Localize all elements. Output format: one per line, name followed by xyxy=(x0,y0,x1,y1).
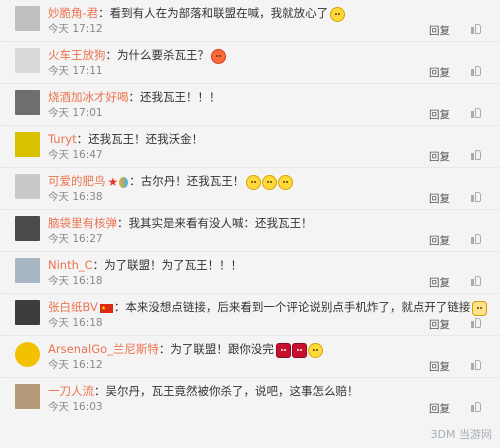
like-button[interactable] xyxy=(470,316,482,328)
sad-emoji-icon xyxy=(278,174,294,190)
avatar[interactable] xyxy=(15,90,40,115)
comment-time: 今天 16:27 xyxy=(48,233,103,245)
comment-time: 今天 17:01 xyxy=(48,107,103,119)
china-flag-badge-icon xyxy=(99,301,113,317)
balloon-badge-icon xyxy=(119,176,129,188)
comment-text: 我其实是来看有没人喊：还我瓦王！ xyxy=(128,216,313,230)
comment-text: 还我瓦王！！！ xyxy=(140,90,221,104)
comment-item: 火车王放狗：为什么要杀瓦王？ 今天 17:11 回复 xyxy=(0,42,500,84)
comment-text: 古尔丹！还我瓦王！ xyxy=(140,174,245,188)
comment-text: 本来没想点链接，后来看到一个评论说别点手机炸了，就点开了链接 xyxy=(125,300,471,314)
comment-text: 为了联盟！为了瓦王！！！ xyxy=(104,258,243,272)
like-button[interactable] xyxy=(470,190,482,202)
avatar[interactable] xyxy=(15,48,40,73)
reply-button[interactable]: 回复 xyxy=(429,277,450,289)
comment-time: 今天 16:12 xyxy=(48,359,103,371)
comment-item: 脑袋里有核弹：我其实是来看有没人喊：还我瓦王！ 今天 16:27 回复 xyxy=(0,210,500,252)
smirk-emoji-icon xyxy=(307,342,323,358)
comment-time: 今天 16:38 xyxy=(48,191,103,203)
like-button[interactable] xyxy=(470,22,482,34)
avatar[interactable] xyxy=(15,258,40,283)
like-button[interactable] xyxy=(470,274,482,286)
reply-button[interactable]: 回复 xyxy=(429,193,450,205)
avatar[interactable] xyxy=(15,216,40,241)
like-button[interactable] xyxy=(470,400,482,412)
x-emoji-icon xyxy=(291,342,307,358)
comment-time: 今天 17:12 xyxy=(48,23,103,35)
like-button[interactable] xyxy=(470,232,482,244)
avatar[interactable] xyxy=(15,132,40,157)
comment-text: 还我瓦王！还我沃金！ xyxy=(88,132,204,146)
comment-username[interactable]: 火车王放狗 xyxy=(48,48,106,62)
reply-button[interactable]: 回复 xyxy=(429,361,450,373)
thumbs-up-icon xyxy=(470,400,482,412)
comment-time: 今天 16:47 xyxy=(48,149,103,161)
cat-emoji-icon xyxy=(472,300,488,316)
comment-username[interactable]: Turyt xyxy=(48,132,77,146)
avatar[interactable] xyxy=(15,6,40,31)
comment-list: 妙脆角-君：看到有人在为部落和联盟在喊，我就放心了 今天 17:12 回复 火车… xyxy=(0,0,500,448)
comment-text: 吴尔丹，瓦王竟然被你杀了，说吧，这事怎么赔！ xyxy=(105,384,359,398)
avatar[interactable] xyxy=(15,300,40,325)
comment-time: 今天 16:18 xyxy=(48,317,103,329)
comment-item: Ninth_C：为了联盟！为了瓦王！！！ 今天 16:18 回复 xyxy=(0,252,500,294)
reply-button[interactable]: 回复 xyxy=(429,109,450,121)
sad-emoji-icon xyxy=(246,174,262,190)
comment-username[interactable]: 张白纸BV xyxy=(48,300,98,314)
thumbs-up-icon xyxy=(470,106,482,118)
comment-text: 为什么要杀瓦王？ xyxy=(117,48,209,62)
comment-item: 妙脆角-君：看到有人在为部落和联盟在喊，我就放心了 今天 17:12 回复 xyxy=(0,0,500,42)
comment-username[interactable]: 妙脆角-君 xyxy=(48,6,98,20)
comment-username[interactable]: 可爱的肥鸟 xyxy=(48,174,106,188)
reply-button[interactable]: 回复 xyxy=(429,67,450,79)
comment-item: Turyt：还我瓦王！还我沃金！ 今天 16:47 回复 xyxy=(0,126,500,168)
comment-username[interactable]: ArsenalGo_兰尼斯特 xyxy=(48,342,159,356)
like-button[interactable] xyxy=(470,358,482,370)
reply-button[interactable]: 回复 xyxy=(429,151,450,163)
comment-item: 烧酒加冰才好喝：还我瓦王！！！ 今天 17:01 回复 xyxy=(0,84,500,126)
thumbs-up-icon xyxy=(470,274,482,286)
thumbs-up-icon xyxy=(470,148,482,160)
comment-username[interactable]: 烧酒加冰才好喝 xyxy=(48,90,129,104)
reply-button[interactable]: 回复 xyxy=(429,403,450,415)
reply-button[interactable]: 回复 xyxy=(429,235,450,247)
star-badge-icon: ★ xyxy=(107,175,119,189)
like-button[interactable] xyxy=(470,106,482,118)
comment-username[interactable]: 一刀人流 xyxy=(48,384,94,398)
thumbs-up-icon xyxy=(470,232,482,244)
thumbs-up-icon xyxy=(470,64,482,76)
comment-item: 一刀人流：吴尔丹，瓦王竟然被你杀了，说吧，这事怎么赔！ 今天 16:03 回复 xyxy=(0,378,500,419)
x-emoji-icon xyxy=(275,342,291,358)
like-button[interactable] xyxy=(470,64,482,76)
thumbs-up-icon xyxy=(470,358,482,370)
reply-button[interactable]: 回复 xyxy=(429,25,450,37)
comment-item: 张白纸BV：本来没想点链接，后来看到一个评论说别点手机炸了，就点开了链接 今天 … xyxy=(0,294,500,336)
angry-emoji-icon xyxy=(211,48,226,64)
comment-username[interactable]: 脑袋里有核弹 xyxy=(48,216,117,230)
comment-item: 可爱的肥鸟 ★ ：古尔丹！还我瓦王！ 今天 16:38 回复 xyxy=(0,168,500,210)
sad-emoji-icon xyxy=(262,174,278,190)
comment-text: 为了联盟！跟你没完 xyxy=(170,342,274,356)
comment-username[interactable]: Ninth_C xyxy=(48,258,93,272)
comment-time: 今天 16:03 xyxy=(48,401,103,413)
site-watermark: 3DM 当游网 xyxy=(430,428,492,441)
comment-text: 看到有人在为部落和联盟在喊，我就放心了 xyxy=(109,6,329,20)
thumbs-up-icon xyxy=(470,316,482,328)
reply-button[interactable]: 回复 xyxy=(429,319,450,331)
avatar[interactable] xyxy=(15,174,40,199)
thumbs-up-icon xyxy=(470,190,482,202)
smile-emoji-icon xyxy=(330,6,346,22)
thumbs-up-icon xyxy=(470,22,482,34)
avatar[interactable] xyxy=(15,384,40,409)
comment-time: 今天 17:11 xyxy=(48,65,103,77)
like-button[interactable] xyxy=(470,148,482,160)
comment-time: 今天 16:18 xyxy=(48,275,103,287)
comment-item: ArsenalGo_兰尼斯特：为了联盟！跟你没完 今天 16:12 回复 xyxy=(0,336,500,378)
avatar[interactable] xyxy=(15,342,40,367)
